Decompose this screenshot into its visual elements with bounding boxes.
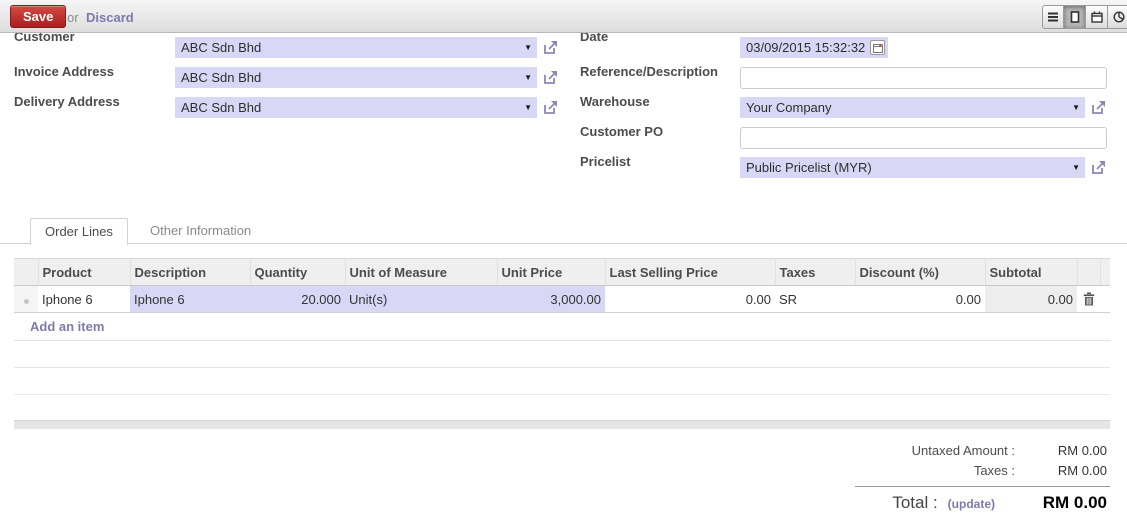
view-switcher: [1042, 5, 1127, 29]
table-footer-bar: [14, 420, 1110, 429]
untaxed-amount-row: Untaxed Amount : RM 0.00: [912, 443, 1107, 458]
or-text: or: [67, 10, 79, 25]
pricelist-label: Pricelist: [580, 154, 631, 169]
tab-order-lines[interactable]: Order Lines: [30, 218, 128, 245]
column-header-unit-price[interactable]: Unit Price: [497, 258, 606, 286]
delete-row-button[interactable]: [1081, 290, 1097, 308]
date-field[interactable]: 03/09/2015 15:32:32: [740, 37, 888, 58]
column-header-subtotal[interactable]: Subtotal: [985, 258, 1078, 286]
customer-select[interactable]: ABC Sdn Bhd ▼: [175, 37, 537, 58]
cell-uom[interactable]: Unit(s): [345, 285, 497, 313]
untaxed-amount-label: Untaxed Amount :: [911, 443, 1015, 458]
cell-unit-price[interactable]: 3,000.00: [497, 285, 605, 313]
column-header-description[interactable]: Description: [130, 258, 251, 286]
status-bar: Save or Discard: [0, 0, 1127, 33]
add-item-row: Add an item: [14, 312, 1110, 341]
invoice-address-open-record-icon[interactable]: [542, 69, 559, 86]
sales-order-form: Save or Discard Customer ABC Sdn Bhd ▼ I…: [0, 0, 1127, 521]
order-line-row[interactable]: Iphone 6 Iphone 6 20.000 Unit(s) 3,000.0…: [14, 285, 1110, 313]
reference-description-label: Reference/Description: [580, 64, 718, 79]
pricelist-open-record-icon[interactable]: [1090, 159, 1107, 176]
warehouse-select[interactable]: Your Company ▼: [740, 97, 1085, 118]
chevron-down-icon: ▼: [524, 73, 532, 82]
total-row: Total : (update) RM 0.00: [892, 493, 1107, 513]
filler-column-header: [1100, 258, 1110, 286]
table-header-row: Product Description Quantity Unit of Mea…: [14, 258, 1110, 286]
customer-po-label: Customer PO: [580, 124, 664, 139]
taxes-label: Taxes :: [973, 463, 1015, 478]
empty-row: [14, 340, 1110, 368]
empty-row: [14, 394, 1110, 422]
totals-divider: [855, 486, 1110, 487]
cell-taxes[interactable]: SR: [775, 285, 855, 313]
graph-view-button[interactable]: [1108, 5, 1127, 29]
chevron-down-icon: ▼: [1072, 103, 1080, 112]
pricelist-value: Public Pricelist (MYR): [746, 160, 872, 175]
invoice-address-value: ABC Sdn Bhd: [181, 70, 262, 85]
column-header-last-selling-price[interactable]: Last Selling Price: [605, 258, 776, 286]
calendar-view-button[interactable]: [1086, 5, 1108, 29]
update-total-link[interactable]: (update): [948, 497, 995, 511]
graph-icon: [1112, 11, 1125, 23]
add-an-item-link[interactable]: Add an item: [18, 319, 104, 334]
cell-quantity[interactable]: 20.000: [250, 285, 345, 313]
empty-row: [14, 367, 1110, 395]
delete-column-header: [1077, 258, 1101, 286]
invoice-address-select[interactable]: ABC Sdn Bhd ▼: [175, 67, 537, 88]
drag-handle-icon: [23, 298, 29, 304]
calendar-icon: [1090, 11, 1103, 23]
list-view-button[interactable]: [1042, 5, 1064, 29]
cell-last-selling-price[interactable]: 0.00: [605, 285, 775, 313]
column-header-discount[interactable]: Discount (%): [855, 258, 986, 286]
taxes-value: RM 0.00: [1057, 463, 1107, 478]
cell-discount[interactable]: 0.00: [855, 285, 985, 313]
delivery-address-label: Delivery Address: [14, 94, 120, 109]
handle-column-header: [14, 258, 39, 286]
customer-open-record-icon[interactable]: [542, 39, 559, 56]
delivery-address-open-record-icon[interactable]: [542, 99, 559, 116]
untaxed-amount-value: RM 0.00: [1057, 443, 1107, 458]
drag-handle[interactable]: [14, 285, 38, 313]
discard-link[interactable]: Discard: [86, 10, 134, 25]
chevron-down-icon: ▼: [524, 43, 532, 52]
chevron-down-icon: ▼: [1072, 163, 1080, 172]
delivery-address-value: ABC Sdn Bhd: [181, 100, 262, 115]
notebook-tabs: Order Lines Other Information: [0, 218, 1127, 245]
date-value: 03/09/2015 15:32:32: [746, 40, 866, 55]
cell-delete: [1077, 285, 1100, 313]
reference-description-input[interactable]: [740, 67, 1107, 89]
trash-icon: [1083, 292, 1095, 305]
warehouse-value: Your Company: [746, 100, 832, 115]
chevron-down-icon: ▼: [524, 103, 532, 112]
column-header-product[interactable]: Product: [38, 258, 131, 286]
order-lines-table: Product Description Quantity Unit of Mea…: [14, 258, 1110, 422]
column-header-taxes[interactable]: Taxes: [775, 258, 856, 286]
column-header-quantity[interactable]: Quantity: [250, 258, 346, 286]
total-value: RM 0.00: [1042, 493, 1107, 512]
invoice-address-label: Invoice Address: [14, 64, 114, 79]
tab-other-information[interactable]: Other Information: [140, 218, 261, 243]
cell-subtotal: 0.00: [985, 285, 1077, 313]
total-label: Total :: [892, 493, 938, 512]
form-view-button[interactable]: [1064, 5, 1086, 29]
customer-value: ABC Sdn Bhd: [181, 40, 262, 55]
taxes-row: Taxes : RM 0.00: [974, 463, 1107, 478]
delivery-address-select[interactable]: ABC Sdn Bhd ▼: [175, 97, 537, 118]
warehouse-open-record-icon[interactable]: [1090, 99, 1107, 116]
cell-filler: [1100, 285, 1110, 313]
column-header-uom[interactable]: Unit of Measure: [345, 258, 498, 286]
pricelist-select[interactable]: Public Pricelist (MYR) ▼: [740, 157, 1085, 178]
save-button[interactable]: Save: [10, 5, 67, 28]
warehouse-label: Warehouse: [580, 94, 650, 109]
customer-po-input[interactable]: [740, 127, 1107, 149]
datepicker-button[interactable]: [870, 40, 885, 55]
list-icon: [1048, 12, 1058, 22]
cell-description[interactable]: Iphone 6: [130, 285, 250, 313]
datepicker-icon: [872, 43, 883, 53]
cell-product[interactable]: Iphone 6: [38, 285, 130, 313]
form-icon: [1070, 11, 1079, 23]
